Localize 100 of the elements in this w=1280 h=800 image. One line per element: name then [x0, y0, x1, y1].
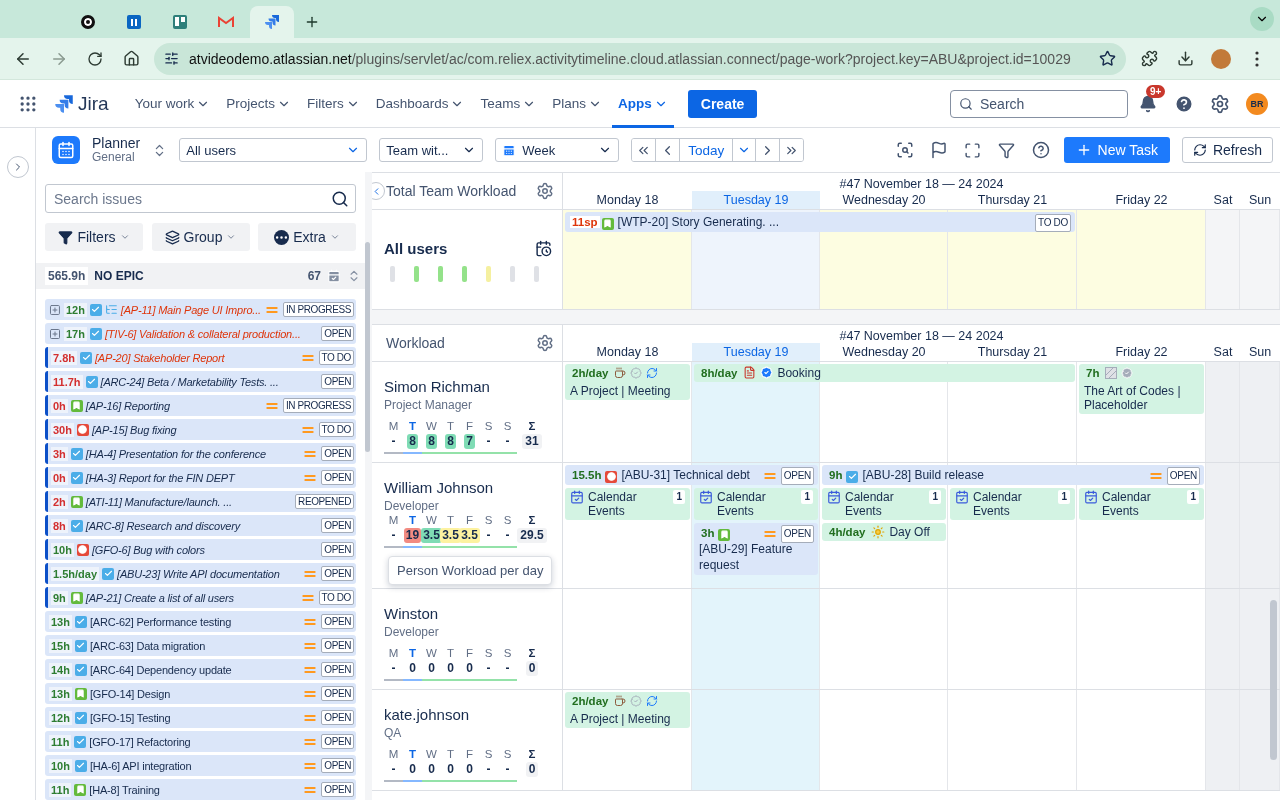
- booking-event[interactable]: 8h/day Booking: [694, 364, 1075, 382]
- expand-icon[interactable]: [49, 303, 61, 316]
- issue-title: [AP-21] Create a list of all users: [85, 591, 235, 604]
- issue-row[interactable]: 0h [AP-16] Reporting IN PROGRESS: [45, 395, 356, 416]
- day-hours: -: [485, 434, 492, 449]
- issue-row[interactable]: 0h [HA-3] Report for the FIN DEPT OPEN: [45, 467, 356, 488]
- issue-row[interactable]: 11h [GFO-17] Refactoring OPEN: [45, 731, 356, 752]
- new-task-button[interactable]: New Task: [1063, 137, 1170, 163]
- calendar-event[interactable]: Calendar Events 1: [950, 488, 1075, 520]
- calendar-event[interactable]: Calendar Events 1: [1079, 488, 1204, 520]
- search-issues-field[interactable]: Search issues: [45, 184, 356, 213]
- day-letter: T: [409, 747, 416, 761]
- nav-menu-item[interactable]: Plans: [546, 79, 609, 128]
- layers-icon: [164, 229, 180, 245]
- issue-row[interactable]: 11.7h [ARC-24] Beta / Marketability Tests. ... OPEN: [45, 371, 356, 392]
- product-name[interactable]: Jira: [78, 92, 109, 115]
- issue-row[interactable]: 9h [AP-21] Create a list of all users TO DO: [45, 587, 356, 608]
- issue-title: [AP-15] Bug fixing: [91, 423, 178, 436]
- user-avatar[interactable]: BR: [1246, 92, 1268, 115]
- issue-title: [GFO-15] Testing: [89, 711, 172, 724]
- refresh-button[interactable]: Refresh: [1181, 137, 1273, 163]
- person-name[interactable]: kate.johnson: [384, 706, 470, 723]
- panel-menu-button[interactable]: Filters: [45, 223, 143, 251]
- day-letter: W: [426, 419, 437, 433]
- issue-row[interactable]: 13h [GFO-14] Design OPEN: [45, 683, 356, 704]
- funnel-icon: [58, 229, 74, 245]
- jira-logo-icon: [54, 93, 74, 114]
- day-hours: -: [485, 661, 492, 676]
- panel-menu-button[interactable]: Extra: [258, 223, 356, 251]
- issue-title: [AP-11] Main Page UI Impro...: [120, 303, 261, 316]
- issue-row[interactable]: 17h [TIV-6] Validation & collateral production... OPEN: [45, 323, 356, 344]
- issue-row[interactable]: 12h [AP-11] Main Page UI Impro... IN PROGRESS: [45, 299, 356, 320]
- nav-menu-item[interactable]: Dashboards: [369, 79, 471, 128]
- issue-row[interactable]: 15h [ARC-63] Data migration OPEN: [45, 635, 356, 656]
- issue-row[interactable]: 30h [AP-15] Bug fixing TO DO: [45, 419, 356, 440]
- day-header: Monday 18: [595, 344, 660, 361]
- previous-far-button[interactable]: [632, 139, 657, 161]
- issue-row[interactable]: 8h [ARC-8] Research and discovery OPEN: [45, 515, 356, 536]
- scrollbar-thumb[interactable]: [365, 242, 370, 452]
- address-bar[interactable]: atvideodemo.atlassian.net/plugins/servlet/ac/com.reliex.activitytimeline.cloud.atlassian.connect/page-work?project.key=ABU&project.id=10029: [154, 42, 1126, 75]
- scrollbar-thumb[interactable]: [1270, 600, 1277, 760]
- total-hours: 0: [525, 762, 539, 777]
- meeting-event[interactable]: 2h/day A Project | Meeting: [565, 692, 690, 728]
- person-name[interactable]: William Johnson: [384, 479, 494, 496]
- user-filter-select[interactable]: All users: [179, 138, 368, 162]
- meeting-event[interactable]: 2h/day A Project | Meeting: [565, 364, 690, 400]
- issue-row[interactable]: 14h [ARC-64] Dependency update OPEN: [45, 659, 356, 680]
- issue-row[interactable]: 2h [ATI-11] Manufacture/launch. ... REOPENED: [45, 491, 356, 512]
- issue-row[interactable]: 1.5h/day [ABU-23] Write API documentation OPEN: [45, 563, 356, 584]
- day-off-event[interactable]: 4h/day Day Off: [822, 523, 946, 541]
- issue-event[interactable]: 11sp [WTP-20] Story Generating. ... TO DO: [565, 212, 1075, 232]
- estimate-label: 3h: [51, 446, 68, 461]
- expand-icon[interactable]: [49, 327, 61, 340]
- issue-event[interactable]: 9h [ABU-28] Build release OPEN: [822, 465, 1204, 485]
- calendar-clock-icon[interactable]: [535, 240, 552, 257]
- panel-menu-button[interactable]: Group: [151, 223, 250, 251]
- person-name[interactable]: Winston: [384, 605, 439, 622]
- issue-row[interactable]: 10h [HA-6] API integration OPEN: [45, 755, 356, 776]
- day-letter: T: [409, 513, 416, 527]
- nav-menu-item[interactable]: Filters: [300, 79, 366, 128]
- issue-row[interactable]: 12h [GFO-15] Testing OPEN: [45, 707, 356, 728]
- team-filter-select[interactable]: Team wit...: [379, 138, 484, 162]
- issue-event[interactable]: 15.5h [ABU-31] Technical debt OPEN: [565, 465, 818, 485]
- flag-icon: [929, 141, 948, 159]
- nav-menu-item[interactable]: Teams: [474, 79, 543, 128]
- period-select[interactable]: Week: [495, 138, 620, 162]
- placeholder-event[interactable]: 7h The Art of Codes | Placeholder: [1079, 364, 1204, 414]
- sum-sign: Σ: [528, 419, 536, 433]
- issue-row[interactable]: 13h [ARC-62] Performance testing OPEN: [45, 611, 356, 632]
- epic-header[interactable]: 565.9h NO EPIC 67: [36, 263, 365, 289]
- person-role: Developer: [384, 625, 439, 639]
- calendar-event[interactable]: Calendar Events 1: [694, 488, 818, 520]
- calendar-event[interactable]: Calendar Events 1: [822, 488, 946, 520]
- person-role: Developer: [384, 499, 439, 513]
- nav-menu-item[interactable]: Projects: [220, 79, 297, 128]
- person-name[interactable]: Simon Richman: [384, 378, 490, 395]
- total-hours: 29.5: [517, 528, 547, 543]
- issue-event[interactable]: 3h [ABU-29] Feature request OPEN: [694, 523, 818, 575]
- tab-list-button[interactable]: [1250, 7, 1274, 31]
- search-field[interactable]: Search: [950, 89, 1128, 118]
- settings-icon[interactable]: [536, 334, 554, 352]
- estimate-label: 12h: [63, 302, 87, 317]
- bookmark-star-icon[interactable]: [1099, 50, 1116, 67]
- settings-icon[interactable]: [536, 182, 554, 200]
- day-letter: M: [388, 747, 399, 761]
- issue-row[interactable]: 3h [HA-4] Presentation for the conference OPEN: [45, 443, 356, 464]
- status-label: IN PROGRESS: [282, 398, 354, 413]
- status-label: OPEN: [1166, 467, 1200, 485]
- status-label: REOPENED: [295, 494, 354, 509]
- calendar-icon[interactable]: [327, 269, 341, 283]
- site-settings-icon[interactable]: [164, 51, 179, 66]
- status-label: OPEN: [321, 374, 354, 389]
- issue-row[interactable]: 10h [GFO-6] Bug with colors OPEN: [45, 539, 356, 560]
- nav-menu-item[interactable]: Your work: [128, 79, 217, 128]
- notifications-button[interactable]: 9+: [1132, 87, 1164, 120]
- issue-row[interactable]: 11h [HA-8] Training OPEN: [45, 779, 356, 800]
- create-button[interactable]: Create: [687, 89, 758, 118]
- calendar-event[interactable]: Calendar Events 1: [565, 488, 690, 520]
- issue-row[interactable]: 7.8h [AP-20] Stakeholder Report TO DO: [45, 347, 356, 368]
- nav-menu-item[interactable]: Apps: [612, 79, 674, 128]
